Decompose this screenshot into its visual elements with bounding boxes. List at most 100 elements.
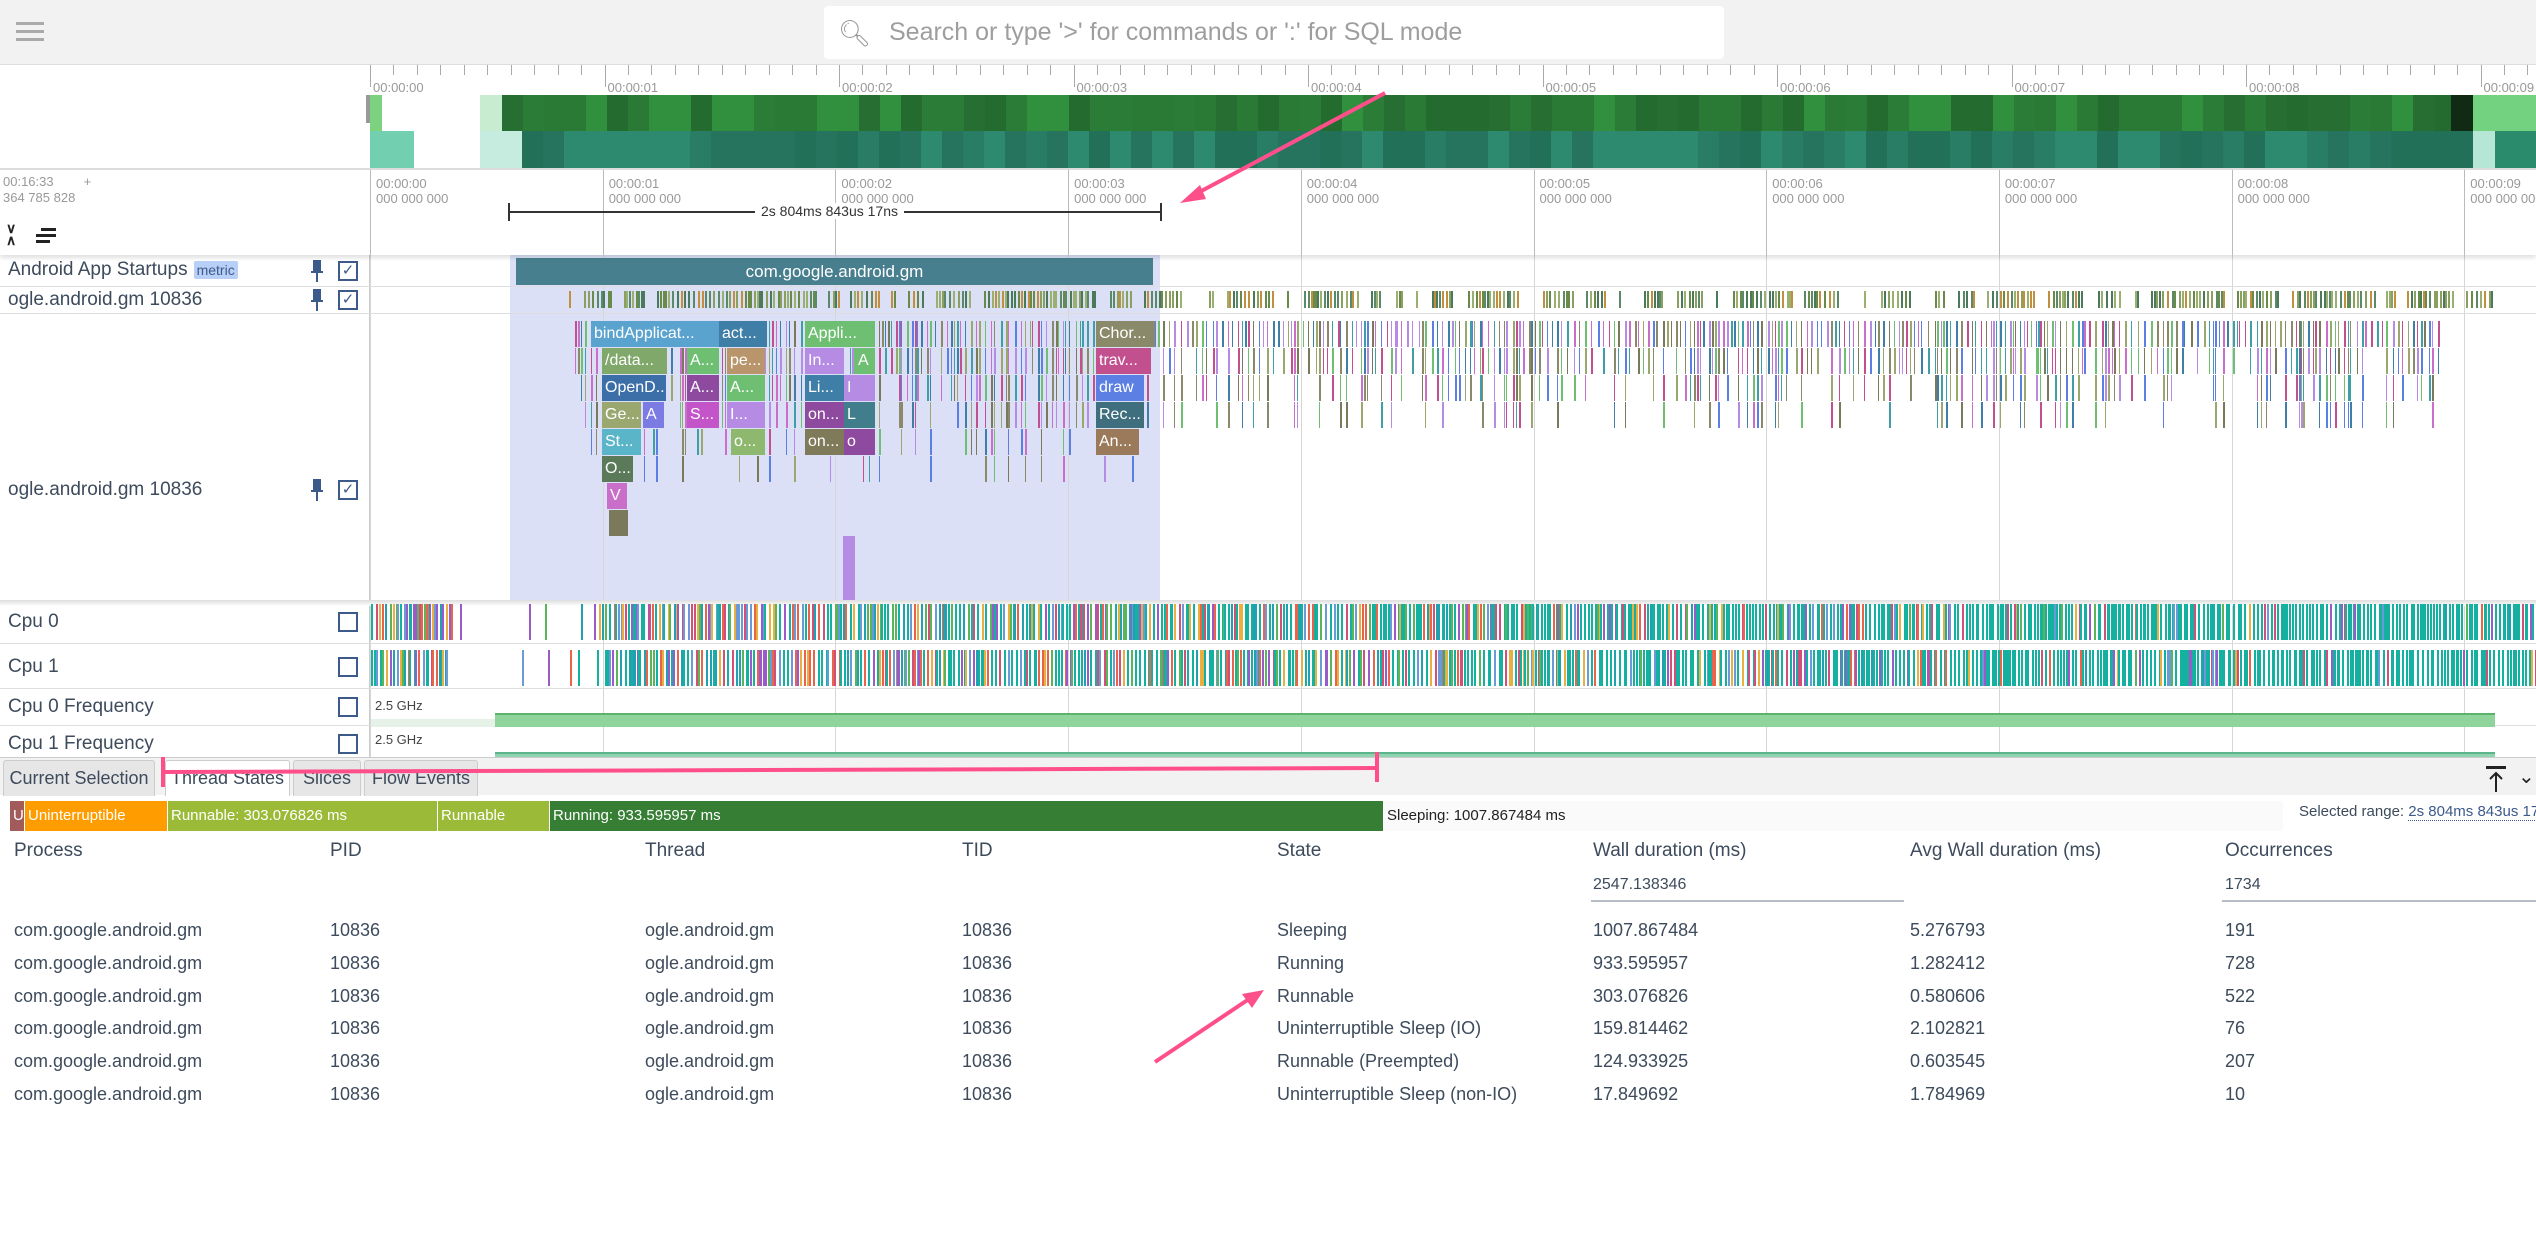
table-row[interactable]: com.google.android.gm 10836 ogle.android.g… [0,951,2536,981]
slice[interactable]: OpenD... [602,375,666,401]
checkbox-unchecked[interactable] [338,612,358,632]
checkbox-checked[interactable]: ✓ [338,261,358,281]
slice-sliver [2308,321,2311,347]
axis-gridline [2231,170,2233,255]
track-cpu-0[interactable]: Cpu 0 [0,600,2536,644]
column-header[interactable]: Avg Wall duration (ms) [1910,840,2101,862]
cpu-slice [1825,604,1828,640]
slice[interactable]: V [607,483,627,509]
pin-icon[interactable] [311,479,323,501]
slice[interactable]: In... [805,348,844,374]
startup-slice[interactable]: com.google.android.gm [516,258,1153,285]
slice[interactable]: o... [731,429,765,455]
slice[interactable]: Appli... [805,321,875,347]
hamburger-icon[interactable] [16,22,46,44]
slice[interactable]: A... [687,375,719,401]
slice[interactable]: draw [1096,375,1144,401]
track-cpu-0-frequency[interactable]: Cpu 0 Frequency 2.5 GHz [0,689,2536,727]
tab-thread-states[interactable]: Thread States [165,760,290,796]
column-header[interactable]: Thread [645,840,705,862]
slice[interactable]: Rec... [1096,402,1144,428]
table-row[interactable]: com.google.android.gm 10836 ogle.android.g… [0,1049,2536,1079]
column-header[interactable]: TID [962,840,993,862]
slice[interactable]: A [855,348,875,374]
slice[interactable]: pe... [727,348,765,374]
cpu-slice [1402,650,1405,686]
checkbox-unchecked[interactable] [338,697,358,717]
table-row[interactable]: com.google.android.gm 10836 ogle.android.g… [0,1016,2536,1046]
slice[interactable]: A... [687,348,719,374]
slice-sliver [1557,348,1559,374]
collapse-all-icon[interactable] [36,228,56,243]
state-segment-runnable[interactable]: Runnable: 303.076826 ms [168,801,438,831]
column-header[interactable]: Process [14,840,83,862]
cpu-slice [994,650,997,686]
slice[interactable]: act... [719,321,767,347]
track-thread-slices[interactable]: ogle.android.gm 10836 ✓ bindApplicat... a… [0,314,2536,600]
slice[interactable]: o [844,429,875,455]
cpu-slice [1887,650,1890,686]
timeline-overview[interactable]: 00:00:00 00:00:01 00:00:02 00:00:03 00:00:04… [0,65,2536,170]
state-segment-uninterruptible[interactable]: Uninterruptible [25,801,168,831]
column-header[interactable]: State [1277,840,1321,862]
tab-flow-events[interactable]: Flow Events [364,760,478,796]
slice[interactable]: A [643,402,664,428]
slice-sliver [1014,321,1017,347]
state-segment-u[interactable]: U [10,801,25,831]
pin-icon[interactable] [311,260,323,282]
slice[interactable]: bindApplicat... [591,321,719,347]
slice[interactable]: Li... [805,375,844,401]
table-row[interactable]: com.google.android.gm 10836 ogle.android.g… [0,918,2536,948]
state-segment-sleeping[interactable]: Sleeping: 1007.867484 ms [1384,801,2284,831]
selected-range-value[interactable]: 2s 804ms 843us 17ns [2408,803,2536,821]
state-segment-runnable-preempted[interactable]: Runnable [438,801,550,831]
slice[interactable]: trav... [1096,348,1151,374]
tab-current-selection[interactable]: Current Selection [3,760,155,796]
track-android-app-startups[interactable]: Android App Startups metric ✓ com.google.… [0,255,2536,287]
time-axis[interactable]: 00:16:33 + 364 785 828 ∨ ∧ 00:00:00 000 000… [0,170,2536,255]
slice[interactable]: on... [805,402,844,428]
overview-bar [1888,95,1910,131]
slice[interactable]: I... [727,402,765,428]
slice[interactable]: L [844,402,875,428]
slice-sliver [1258,375,1260,401]
column-header[interactable]: Wall duration (ms) [1593,840,1746,862]
cpu-slice [1930,650,1933,686]
slice-sliver [1693,348,1695,374]
slice[interactable]: S... [687,402,719,428]
ruler-tick [440,65,442,75]
checkbox-checked[interactable]: ✓ [338,480,358,500]
column-header[interactable]: PID [330,840,362,862]
checkbox-unchecked[interactable] [338,657,358,677]
checkbox-checked[interactable]: ✓ [338,290,358,310]
column-header[interactable]: Occurrences [2225,840,2333,862]
slice[interactable]: on... [805,429,844,455]
slice-sliver [1981,402,1984,428]
tab-slices[interactable]: Slices [293,760,361,796]
search-input[interactable] [889,14,1689,50]
track-thread-summary[interactable]: ogle.android.gm 10836 ✓ [0,287,2536,314]
cpu-slice [1506,604,1509,640]
table-row[interactable]: com.google.android.gm 10836 ogle.android.g… [0,984,2536,1014]
slice[interactable]: St... [602,429,641,455]
slice[interactable]: Ge... [602,402,641,428]
state-segment-running[interactable]: Running: 933.595957 ms [550,801,1384,831]
track-cpu-1-frequency[interactable]: Cpu 1 Frequency 2.5 GHz [0,726,2536,757]
slice[interactable] [609,510,628,536]
expand-collapse-icon[interactable]: ∨ ∧ [6,221,16,247]
slice[interactable]: An... [1096,429,1139,455]
slice[interactable]: /data... [602,348,667,374]
slice[interactable]: I [844,375,875,401]
slice[interactable]: A... [727,375,765,401]
pin-icon[interactable] [311,289,323,311]
slice-sliver [985,375,988,401]
search-box[interactable]: 🔍︎ [824,6,1724,59]
slice[interactable]: Chor... [1096,321,1155,347]
table-row[interactable]: com.google.android.gm 10836 ogle.android.g… [0,1082,2536,1112]
checkbox-unchecked[interactable] [338,734,358,754]
track-cpu-1[interactable]: Cpu 1 [0,644,2536,689]
chevron-down-icon[interactable]: ⌄ [2518,764,2535,789]
slice[interactable]: O... [602,456,633,482]
arrow-up-to-line-icon[interactable] [2484,764,2508,792]
slice-sliver [1628,321,1631,347]
